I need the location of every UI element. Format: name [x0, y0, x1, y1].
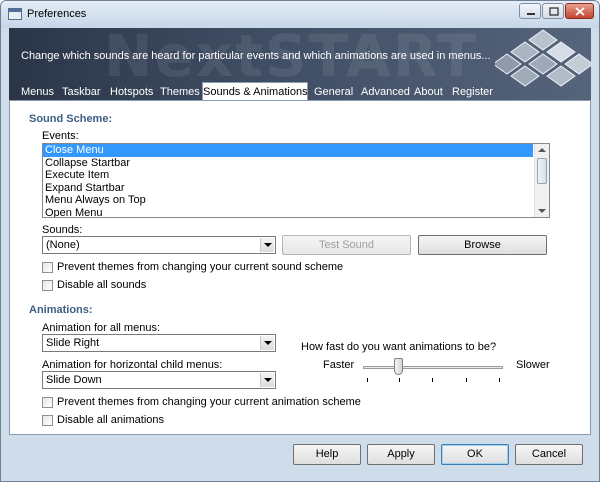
- scroll-thumb[interactable]: [537, 158, 547, 184]
- tab-register[interactable]: Register: [452, 83, 493, 100]
- tab-about[interactable]: About: [414, 83, 443, 100]
- preferences-window: Preferences NextSTART Change which sound…: [0, 0, 600, 482]
- slider-tick: [432, 378, 433, 382]
- sound-select-value: (None): [46, 239, 80, 251]
- tab-sounds-animations[interactable]: Sounds & Animations: [202, 82, 308, 100]
- test-sound-button[interactable]: Test Sound: [282, 235, 411, 255]
- disable-sounds-checkbox[interactable]: [42, 280, 53, 291]
- banner-description: Change which sounds are heard for partic…: [21, 50, 491, 62]
- scroll-down-icon[interactable]: [538, 209, 546, 213]
- minimize-icon: [527, 13, 535, 15]
- disable-sounds-label[interactable]: Disable all sounds: [57, 279, 146, 291]
- chevron-down-icon[interactable]: [260, 238, 274, 252]
- horizontal-animation-label: Animation for horizontal child menus:: [42, 359, 223, 371]
- scroll-up-icon[interactable]: [538, 148, 546, 152]
- events-label: Events:: [42, 130, 79, 142]
- animation-speed-question: How fast do you want animations to be?: [301, 341, 497, 353]
- prevent-sound-change-label[interactable]: Prevent themes from changing your curren…: [57, 261, 343, 273]
- tab-themes[interactable]: Themes: [160, 83, 200, 100]
- maximize-button[interactable]: [542, 3, 564, 19]
- sound-select[interactable]: (None): [42, 236, 276, 254]
- minimize-button[interactable]: [519, 3, 541, 19]
- chevron-down-icon[interactable]: [260, 336, 274, 350]
- slider-tick: [399, 378, 400, 382]
- all-menus-animation-value: Slide Right: [46, 337, 100, 349]
- nextstart-logo-icon: [495, 29, 591, 87]
- title-bar[interactable]: Preferences: [1, 1, 599, 28]
- tab-general[interactable]: General: [314, 83, 353, 100]
- tab-hotspots[interactable]: Hotspots: [110, 83, 153, 100]
- ok-button[interactable]: OK: [441, 444, 509, 465]
- prevent-animation-change-checkbox[interactable]: [42, 397, 53, 408]
- animation-speed-track[interactable]: [363, 366, 503, 369]
- sounds-animations-panel: Sound Scheme: Events: Close Menu Collaps…: [9, 100, 591, 435]
- list-item[interactable]: Execute Item: [43, 169, 549, 182]
- prevent-sound-change-checkbox[interactable]: [42, 262, 53, 273]
- help-button[interactable]: Help: [293, 444, 361, 465]
- slider-tick: [367, 378, 368, 382]
- horizontal-animation-select[interactable]: Slide Down: [42, 371, 276, 389]
- close-button[interactable]: [565, 3, 594, 19]
- list-item[interactable]: Open Menu: [43, 207, 549, 218]
- apply-button[interactable]: Apply: [367, 444, 435, 465]
- slider-tick: [499, 378, 500, 382]
- dialog-buttons: Help Apply OK Cancel: [1, 435, 599, 481]
- cancel-button[interactable]: Cancel: [515, 444, 583, 465]
- list-item[interactable]: Close Menu: [43, 144, 533, 157]
- sound-scheme-heading: Sound Scheme:: [29, 113, 113, 125]
- list-item[interactable]: Expand Startbar: [43, 182, 549, 195]
- slower-label: Slower: [516, 359, 550, 371]
- browse-button[interactable]: Browse: [418, 235, 547, 255]
- header-banner: NextSTART Change which sounds are heard …: [9, 28, 591, 100]
- horizontal-animation-value: Slide Down: [46, 374, 102, 386]
- disable-animations-checkbox[interactable]: [42, 415, 53, 426]
- tab-menus[interactable]: Menus: [21, 83, 54, 100]
- sounds-label: Sounds:: [42, 224, 83, 236]
- chevron-down-icon[interactable]: [260, 373, 274, 387]
- list-item[interactable]: Collapse Startbar: [43, 157, 549, 170]
- window-title: Preferences: [27, 8, 87, 20]
- disable-animations-label[interactable]: Disable all animations: [57, 414, 164, 426]
- animations-heading: Animations:: [29, 304, 93, 316]
- close-icon: [575, 7, 585, 16]
- list-item[interactable]: Menu Always on Top: [43, 194, 549, 207]
- all-menus-animation-select[interactable]: Slide Right: [42, 334, 276, 352]
- all-menus-animation-label: Animation for all menus:: [42, 322, 160, 334]
- prevent-animation-change-label[interactable]: Prevent themes from changing your curren…: [57, 396, 361, 408]
- slider-tick: [466, 378, 467, 382]
- animation-speed-thumb[interactable]: [393, 358, 403, 375]
- tab-taskbar[interactable]: Taskbar: [62, 83, 101, 100]
- app-icon: [8, 8, 22, 20]
- faster-label: Faster: [323, 359, 355, 371]
- tab-advanced[interactable]: Advanced: [361, 83, 410, 100]
- events-scrollbar[interactable]: [534, 144, 549, 217]
- events-listbox[interactable]: Close Menu Collapse Startbar Execute Ite…: [42, 143, 550, 218]
- maximize-icon: [549, 7, 559, 16]
